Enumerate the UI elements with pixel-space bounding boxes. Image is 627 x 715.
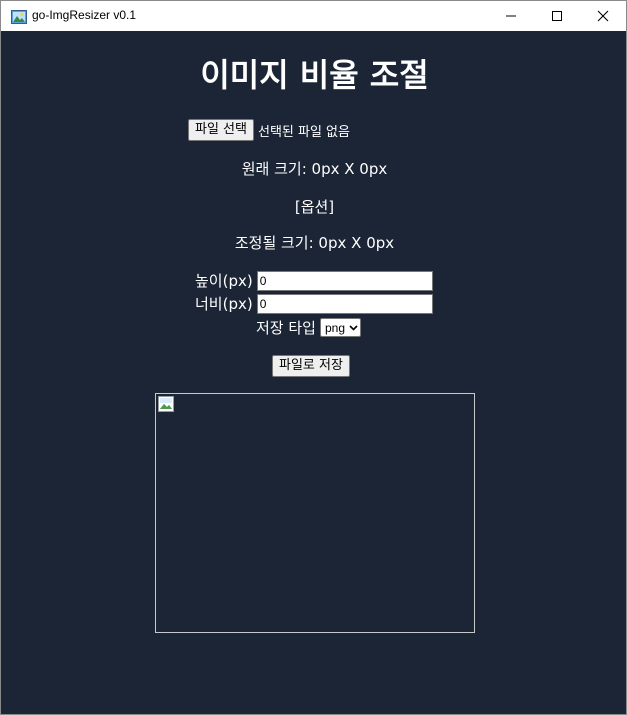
adjusted-size-text: 조정될 크기: 0px X 0px [234,234,395,252]
maximize-button[interactable] [534,1,580,31]
original-size-text: 원래 크기: 0px X 0px [241,160,388,178]
height-input[interactable] [256,270,433,291]
page-title: 이미지 비율 조절 [200,56,429,94]
minimize-icon [506,15,516,17]
close-button[interactable] [580,1,626,31]
width-field-row: 너비(px) [195,293,433,314]
broken-image-icon [157,395,175,413]
minimize-button[interactable] [488,1,534,31]
save-type-row: 저장 타입 png [256,317,361,338]
image-preview [155,393,475,633]
width-label: 너비(px) [195,295,253,313]
main-content: 이미지 비율 조절 파일 선택 선택된 파일 없음 원래 크기: 0px X 0… [1,31,626,714]
height-label: 높이(px) [195,272,253,290]
file-status-text: 선택된 파일 없음 [257,124,350,140]
save-type-label: 저장 타입 [256,319,316,337]
choose-file-button[interactable]: 파일 선택 [188,119,254,141]
save-to-file-button[interactable]: 파일로 저장 [272,355,350,377]
options-heading: [옵션] [294,198,335,216]
image-icon [11,9,27,24]
maximize-icon [552,11,562,21]
file-picker: 파일 선택 선택된 파일 없음 [188,119,350,141]
save-type-select[interactable]: png [319,318,361,337]
title-bar[interactable]: go-ImgResizer v0.1 [1,1,626,31]
height-field-row: 높이(px) [195,270,433,291]
width-input[interactable] [256,293,433,314]
chevron-down-icon [349,324,358,331]
save-button-wrap: 파일로 저장 [272,354,350,377]
close-icon [597,10,609,22]
window-title: go-ImgResizer v0.1 [32,8,137,22]
save-type-value: png [324,320,345,335]
app-window: go-ImgResizer v0.1 이미지 비율 조절 파일 선택 선택된 파… [0,0,627,715]
